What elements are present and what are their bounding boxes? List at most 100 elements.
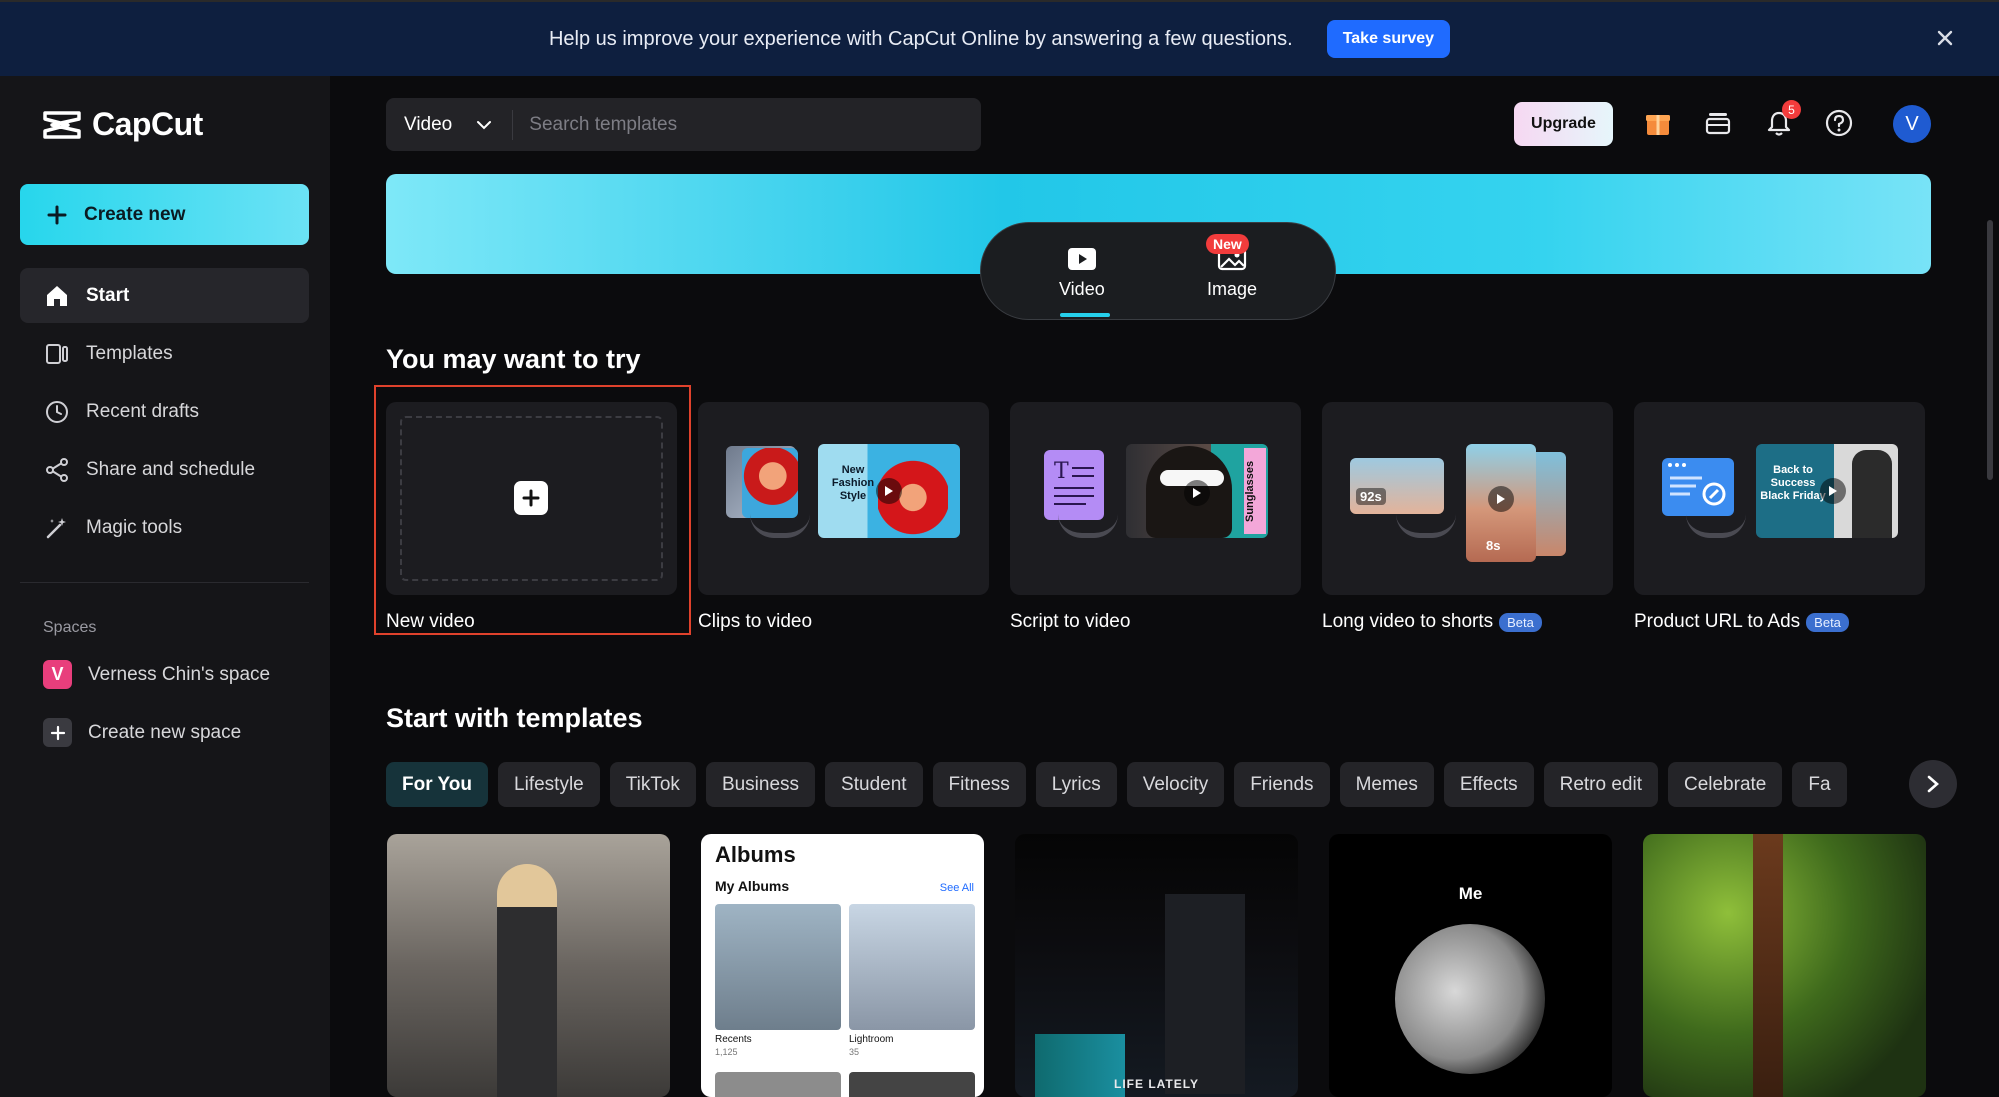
sidebar: CapCut Create new Start Templates Recent… [0, 76, 330, 1097]
banner-text: Help us improve your experience with Cap… [548, 27, 1293, 50]
album-name: Recents [715, 1034, 752, 1045]
help-icon[interactable] [1822, 106, 1856, 140]
albums-title: Albums [715, 842, 796, 867]
search-bar[interactable]: Video Search templates [386, 98, 981, 151]
beta-badge: Beta [1806, 612, 1849, 632]
search-input[interactable]: Search templates [513, 114, 677, 136]
tree-trunk-shape [1753, 834, 1783, 1097]
clip-thumb [742, 448, 798, 518]
chip-lifestyle[interactable]: Lifestyle [498, 762, 600, 807]
play-icon [876, 478, 902, 504]
chevron-right-icon[interactable] [1909, 760, 1957, 808]
sidebar-item-label: Share and schedule [86, 458, 256, 480]
card-label: Script to video [1010, 611, 1131, 632]
sidebar-item-recent-drafts[interactable]: Recent drafts [20, 384, 309, 439]
chip-velocity[interactable]: Velocity [1126, 762, 1225, 807]
sidebar-item-templates[interactable]: Templates [20, 326, 309, 381]
notification-bell-icon[interactable]: 5 [1762, 100, 1801, 140]
template-card[interactable]: Albums My Albums See All Recents 1,125 L… [701, 834, 984, 1097]
try-card-clips-to-video[interactable]: New Fashion Style Clips to video [698, 402, 989, 633]
chip-lyrics[interactable]: Lyrics [1035, 762, 1117, 807]
building-shape [1165, 894, 1245, 1094]
space-name: Verness Chin's space [88, 663, 271, 685]
sidebar-item-share-schedule[interactable]: Share and schedule [20, 442, 309, 497]
preview-frame: Back to Success Black Friday [1756, 444, 1898, 538]
user-avatar[interactable]: V [1893, 105, 1931, 143]
play-icon [1488, 486, 1514, 512]
sidebar-item-start[interactable]: Start [20, 268, 309, 323]
sidebar-item-magic-tools[interactable]: Magic tools [20, 500, 309, 555]
take-survey-button[interactable]: Take survey [1326, 20, 1451, 58]
template-card[interactable] [387, 834, 670, 1097]
create-space-label: Create new space [88, 721, 242, 743]
create-new-label: Create new [84, 203, 186, 225]
tab-label: Image [1207, 279, 1258, 299]
card-label: Clips to video [698, 611, 813, 632]
template-figure [497, 864, 557, 1097]
duration-label: 8s [1486, 538, 1501, 553]
card-thumbnail: Back to Success Black Friday [1634, 402, 1925, 595]
chip-memes[interactable]: Memes [1339, 762, 1434, 807]
album-thumb [715, 1072, 841, 1097]
template-card[interactable] [1643, 834, 1926, 1097]
create-space-button[interactable]: Create new space [43, 718, 241, 747]
chip-truncated[interactable]: Fa [1792, 762, 1847, 807]
search-type-dropdown[interactable]: Video [386, 109, 514, 140]
chip-student[interactable]: Student [825, 762, 923, 807]
template-card[interactable]: LIFE LATELY [1015, 834, 1298, 1097]
sidebar-item-label: Start [86, 284, 130, 306]
notification-count-badge: 5 [1782, 100, 1801, 119]
sidebar-item-label: Recent drafts [86, 400, 199, 422]
chip-friends[interactable]: Friends [1234, 762, 1330, 807]
spaces-heading: Spaces [43, 619, 97, 636]
stack-icon[interactable] [1701, 106, 1735, 140]
link-icon [1668, 463, 1726, 506]
short-thumb: 8s [1466, 444, 1536, 562]
sidebar-divider [20, 582, 309, 583]
card-thumbnail: New Fashion Style [698, 402, 989, 595]
see-all-link: See All [939, 882, 974, 894]
chip-tiktok[interactable]: TikTok [609, 762, 696, 807]
template-card[interactable]: Me [1329, 834, 1612, 1097]
close-icon[interactable] [1931, 24, 1959, 52]
space-avatar: V [43, 660, 72, 689]
beta-badge: Beta [1499, 612, 1542, 632]
magic-wand-icon [44, 515, 70, 541]
short-thumb [1536, 452, 1566, 556]
template-caption: LIFE LATELY [1113, 1077, 1199, 1091]
template-caption: Me [1458, 884, 1483, 903]
try-card-long-video-to-shorts[interactable]: 92s 8s Long video to shorts Beta [1322, 402, 1613, 633]
model-figure [1852, 450, 1892, 538]
svg-text:T: T [1054, 459, 1069, 484]
main-content: Video Search templates Upgrade 5 V Video… [330, 76, 1999, 1097]
logo[interactable]: CapCut [42, 106, 203, 143]
chip-celebrate[interactable]: Celebrate [1667, 762, 1783, 807]
plus-icon [43, 718, 72, 747]
arrow-icon [1686, 514, 1746, 538]
chevron-down-icon [477, 120, 492, 129]
scrollbar[interactable] [1987, 220, 1993, 480]
tab-video[interactable]: Video [1059, 245, 1105, 300]
chip-for-you[interactable]: For You [386, 762, 489, 807]
sidebar-nav: Start Templates Recent drafts Share and … [20, 268, 309, 558]
preview-frame: Sunglasses [1126, 444, 1268, 538]
album-name: Lightroom [849, 1034, 894, 1045]
try-card-product-url-to-ads[interactable]: Back to Success Black Friday Product URL… [1634, 402, 1925, 633]
chip-business[interactable]: Business [705, 762, 816, 807]
try-section-title: You may want to try [386, 344, 641, 374]
arrow-icon [750, 514, 810, 538]
chip-fitness[interactable]: Fitness [932, 762, 1026, 807]
card-label: Product URL to Ads [1634, 611, 1801, 632]
space-item[interactable]: V Verness Chin's space [43, 660, 270, 689]
chip-retro-edit[interactable]: Retro edit [1543, 762, 1658, 807]
try-card-script-to-video[interactable]: T Sunglasses Script to video [1010, 402, 1301, 633]
gift-icon[interactable] [1641, 106, 1675, 140]
album-count: 35 [849, 1047, 860, 1057]
long-video-thumb: 92s [1350, 458, 1444, 514]
home-icon [44, 283, 70, 309]
create-new-button[interactable]: Create new [20, 184, 309, 245]
share-icon [44, 457, 70, 483]
search-type-label: Video [404, 113, 453, 135]
upgrade-button[interactable]: Upgrade [1514, 102, 1613, 146]
chip-effects[interactable]: Effects [1443, 762, 1534, 807]
